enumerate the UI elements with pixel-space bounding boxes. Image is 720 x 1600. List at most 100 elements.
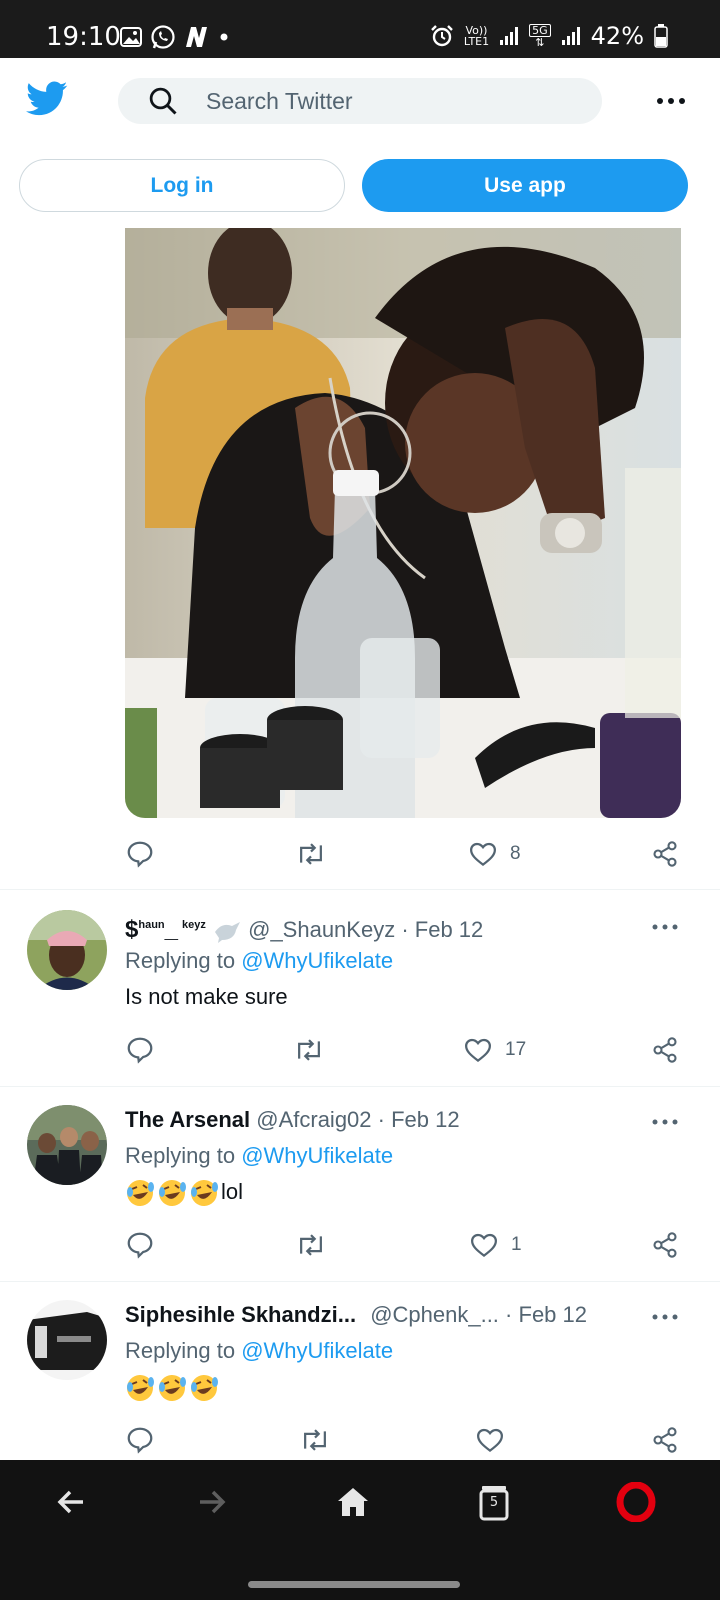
timestamp[interactable]: Feb 12 xyxy=(391,1107,460,1132)
gesture-bar xyxy=(248,1581,460,1588)
tweet-text xyxy=(125,1372,221,1403)
reply-tweet[interactable]: The Arsenal @Afcraig02 · Feb 12 Replying… xyxy=(0,1105,720,1281)
reply-icon xyxy=(127,1427,153,1454)
handle[interactable]: @Cphenk_... xyxy=(370,1302,499,1327)
mention-link[interactable]: @WhyUfikelate xyxy=(241,948,393,973)
share-button[interactable] xyxy=(651,1424,679,1456)
replying-to: Replying to @WhyUfikelate xyxy=(125,1143,394,1168)
retweet-icon xyxy=(298,1039,320,1061)
retweet-button[interactable] xyxy=(295,838,327,870)
retweet-button[interactable] xyxy=(299,1424,331,1456)
replying-to: Replying to @WhyUfikelate xyxy=(125,948,394,973)
avatar[interactable] xyxy=(27,910,107,990)
reply-tweet[interactable]: Siphesihle Skhandzi... @Cphenk_... · Feb… xyxy=(0,1300,720,1460)
reply-header: $haun_ keyz @_ShaunKeyz · Feb 12 xyxy=(125,916,484,944)
retweet-icon xyxy=(300,1234,322,1256)
retweet-button[interactable] xyxy=(295,1229,327,1261)
more-icon[interactable] xyxy=(652,923,678,931)
timestamp[interactable]: Feb 12 xyxy=(415,917,484,942)
back-icon[interactable] xyxy=(51,1482,91,1522)
search-bar[interactable]: Search Twitter xyxy=(118,78,602,124)
use-app-button[interactable]: Use app xyxy=(362,159,688,212)
volte-indicator: Vo)) LTE1 xyxy=(463,24,490,48)
twitter-bird-icon[interactable] xyxy=(26,80,68,118)
rofl-emoji-icon xyxy=(159,1180,186,1207)
display-name[interactable]: Siphesihle Skhandzi... xyxy=(125,1302,356,1327)
reply-button[interactable] xyxy=(125,1229,155,1261)
dot-icon xyxy=(220,33,228,41)
divider xyxy=(0,889,720,890)
tweet-actions: 1 xyxy=(125,1229,685,1261)
handle[interactable]: @Afcraig02 xyxy=(256,1107,371,1132)
reply-header: The Arsenal @Afcraig02 · Feb 12 xyxy=(125,1107,460,1132)
alarm-icon xyxy=(430,25,453,47)
reply-header: Siphesihle Skhandzi... @Cphenk_... · Feb… xyxy=(125,1302,588,1327)
signal-icon xyxy=(500,27,519,45)
tweet-actions: 17 xyxy=(125,1034,685,1066)
search-icon xyxy=(149,87,177,115)
tweet-actions xyxy=(125,1424,685,1456)
reply-icon xyxy=(127,841,153,868)
divider xyxy=(0,1086,720,1087)
more-icon[interactable] xyxy=(652,1313,678,1321)
twitter-header: Search Twitter Log in Use app xyxy=(0,58,720,228)
share-icon xyxy=(653,1427,677,1453)
share-icon xyxy=(653,1232,677,1258)
like-button[interactable] xyxy=(475,1424,517,1456)
tweet-actions: 8 xyxy=(125,838,685,870)
home-icon[interactable] xyxy=(333,1482,373,1522)
reply-button[interactable] xyxy=(125,838,155,870)
rofl-emoji-icon xyxy=(127,1375,154,1402)
like-icon xyxy=(464,1038,492,1063)
divider xyxy=(0,1281,720,1282)
signal-icon-2 xyxy=(561,27,580,45)
dove-icon xyxy=(214,922,240,944)
more-icon[interactable] xyxy=(656,96,686,106)
tweet-text: lol xyxy=(125,1177,243,1208)
tweet-photo[interactable] xyxy=(125,228,681,818)
avatar[interactable] xyxy=(27,1105,107,1185)
tabs-button[interactable]: 5 xyxy=(474,1482,514,1522)
share-button[interactable] xyxy=(651,838,679,870)
notification-n-icon xyxy=(186,27,207,47)
more-icon[interactable] xyxy=(652,1118,678,1126)
display-name[interactable]: The Arsenal xyxy=(125,1107,250,1132)
share-button[interactable] xyxy=(651,1034,679,1066)
opera-icon[interactable] xyxy=(616,1482,656,1522)
like-count: 1 xyxy=(511,1234,522,1255)
replying-to: Replying to @WhyUfikelate xyxy=(125,1338,394,1363)
like-button[interactable]: 8 xyxy=(468,838,521,870)
search-placeholder: Search Twitter xyxy=(206,87,353,114)
tweet-text: Is not make sure xyxy=(125,984,288,1009)
retweet-icon xyxy=(304,1429,326,1451)
share-icon xyxy=(653,1037,677,1063)
avatar[interactable] xyxy=(27,1300,107,1380)
timestamp[interactable]: Feb 12 xyxy=(519,1302,588,1327)
reply-icon xyxy=(127,1232,153,1259)
reply-button[interactable] xyxy=(125,1424,155,1456)
battery-percent: 42% xyxy=(590,22,644,50)
status-bar: 19:10 Vo)) LTE1 5G ⇅ 42% xyxy=(0,0,720,58)
network-5g-indicator: 5G ⇅ xyxy=(529,24,551,48)
reply-button[interactable] xyxy=(125,1034,155,1066)
rofl-emoji-icon xyxy=(191,1180,218,1207)
mention-link[interactable]: @WhyUfikelate xyxy=(241,1143,393,1168)
mention-link[interactable]: @WhyUfikelate xyxy=(241,1338,393,1363)
share-button[interactable] xyxy=(651,1229,679,1261)
status-time: 19:10 xyxy=(46,22,121,52)
photo-illustration xyxy=(125,228,681,818)
login-button[interactable]: Log in xyxy=(19,159,345,212)
like-button[interactable]: 1 xyxy=(469,1229,522,1261)
battery-icon xyxy=(654,24,668,48)
like-icon xyxy=(469,842,497,867)
reply-icon xyxy=(127,1037,153,1064)
reply-tweet[interactable]: $haun_ keyz @_ShaunKeyz · Feb 12 Replying… xyxy=(0,910,720,1086)
like-button[interactable]: 17 xyxy=(463,1034,526,1066)
whatsapp-icon xyxy=(151,25,175,49)
rofl-emoji-icon xyxy=(159,1375,186,1402)
handle[interactable]: @_ShaunKeyz xyxy=(248,917,395,942)
retweet-button[interactable] xyxy=(293,1034,325,1066)
display-name[interactable]: $haun_ keyz xyxy=(125,916,206,943)
forward-icon[interactable] xyxy=(192,1482,232,1522)
tab-count: 5 xyxy=(489,1495,499,1510)
